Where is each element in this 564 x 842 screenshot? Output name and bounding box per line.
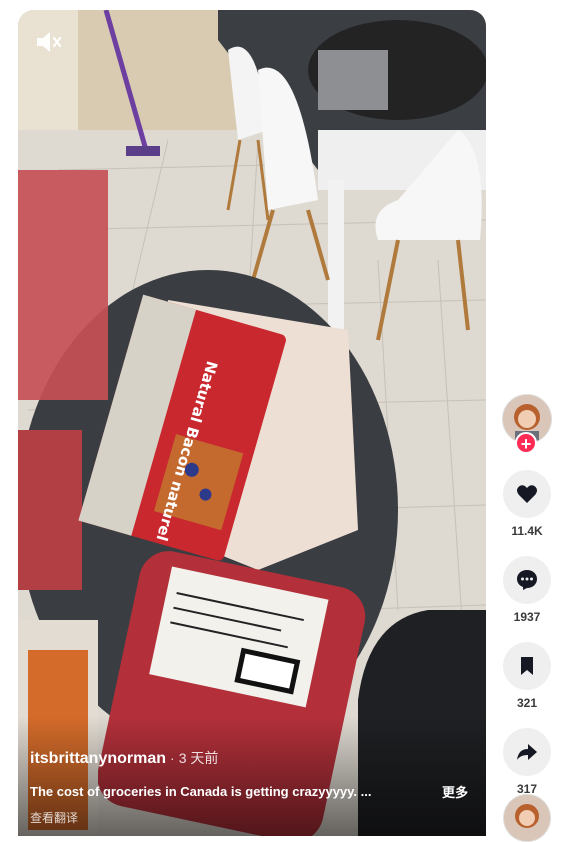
share-action: 317 [502,728,552,796]
video-description: The cost of groceries in Canada is getti… [30,784,372,799]
like-count: 11.4K [511,524,543,538]
save-count: 321 [516,696,538,710]
like-action: 11.4K [502,470,552,538]
mute-button[interactable] [32,28,68,56]
save-button[interactable] [503,642,551,690]
video-frame: Natural Bacon naturel [18,10,486,836]
post-time: 3 天前 [178,750,219,766]
author-row: itsbrittanynorman · 3 天前 [30,748,472,768]
save-action: 321 [502,642,552,710]
more-button[interactable]: 更多 [442,782,468,801]
speaker-muted-icon [37,32,62,52]
bookmark-icon [521,657,533,675]
comment-count: 1937 [513,610,541,624]
see-translation-link[interactable]: 查看翻译 [30,809,472,826]
description-row: The cost of groceries in Canada is getti… [30,782,472,801]
follow-plus-button[interactable]: + [515,432,537,454]
author-name[interactable]: itsbrittanynorman [30,750,166,768]
share-button[interactable] [503,728,551,776]
music-disc-avatar[interactable] [503,794,551,842]
comment-button[interactable] [503,556,551,604]
like-button[interactable] [503,470,551,518]
avatar-image [504,795,550,841]
heart-icon [517,485,537,503]
video-player[interactable]: Natural Bacon naturel itsbrittanynorman … [18,10,486,836]
caption-area: itsbrittanynorman · 3 天前 The cost of gro… [30,748,472,826]
comment-action: 1937 [502,556,552,624]
share-arrow-icon [517,744,537,760]
comment-icon [517,570,537,590]
action-rail: + 11.4K 1937 321 317 [502,394,552,796]
separator: · [170,750,175,766]
